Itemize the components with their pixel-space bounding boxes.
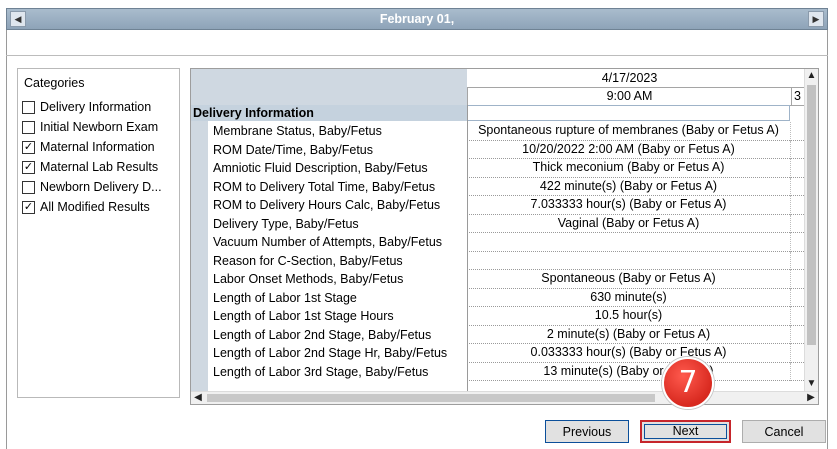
table-row[interactable]: Length of Labor 2nd Stage Hr, Baby/Fetus… xyxy=(191,344,806,363)
date-title: February 01, xyxy=(379,12,455,26)
results-grid: 4/17/2023 9:00 AM 3 Delivery Information… xyxy=(190,68,819,405)
category-label: Initial Newborn Exam xyxy=(40,120,159,134)
table-row[interactable]: Length of Labor 1st Stage Hours 10.5 hour… xyxy=(191,307,806,326)
column-date-header: 4/17/2023 xyxy=(467,69,792,88)
category-item[interactable]: Newborn Delivery D... xyxy=(22,177,162,197)
scroll-left-arrow-icon[interactable]: ◀ xyxy=(191,391,205,404)
row-value[interactable]: 630 minute(s) xyxy=(467,289,790,307)
row-label: Length of Labor 2nd Stage Hr, Baby/Fetus xyxy=(213,346,448,360)
table-row[interactable]: ROM Date/Time, Baby/Fetus 10/20/2022 2:00… xyxy=(191,140,806,159)
next-date-arrow-icon[interactable]: ▶ xyxy=(808,11,824,27)
categories-title: Categories xyxy=(24,76,85,90)
categories-list: Delivery Information Initial Newborn Exam… xyxy=(22,97,162,217)
row-label: Length of Labor 1st Stage Hours xyxy=(213,309,394,323)
vertical-scrollbar[interactable]: ▲ ▼ xyxy=(804,69,818,391)
row-value[interactable]: 7.033333 hour(s) (Baby or Fetus A) xyxy=(467,196,790,215)
column-separator xyxy=(467,105,468,393)
unchecked-checkbox-icon[interactable] xyxy=(22,100,35,114)
scroll-up-arrow-icon[interactable]: ▲ xyxy=(805,69,818,83)
row-label: Length of Labor 3rd Stage, Baby/Fetus xyxy=(213,364,429,379)
row-value[interactable] xyxy=(467,252,790,270)
section-header-cell xyxy=(467,105,790,121)
table-row[interactable]: ROM to Delivery Total Time, Baby/Fetus 42… xyxy=(191,177,806,196)
row-value[interactable]: 422 minute(s) (Baby or Fetus A) xyxy=(467,178,790,196)
horizontal-scrollbar[interactable]: ◀ ▶ xyxy=(191,391,818,404)
row-value[interactable]: Thick meconium (Baby or Fetus A) xyxy=(467,159,790,178)
scroll-right-arrow-icon[interactable]: ▶ xyxy=(804,391,818,404)
table-row[interactable]: Length of Labor 2nd Stage, Baby/Fetus 2 m… xyxy=(191,325,806,344)
column-time-header[interactable]: 9:00 AM xyxy=(467,87,792,106)
table-row[interactable]: Membrane Status, Baby/Fetus Spontaneous r… xyxy=(191,122,806,141)
table-row[interactable]: Length of Labor 1st Stage 630 minute(s) xyxy=(191,288,806,307)
row-label: ROM Date/Time, Baby/Fetus xyxy=(213,142,373,157)
row-label: ROM to Delivery Hours Calc, Baby/Fetus xyxy=(213,198,441,212)
category-label: Maternal Information xyxy=(40,140,155,154)
row-label: Membrane Status, Baby/Fetus xyxy=(213,124,382,138)
category-item[interactable]: Delivery Information xyxy=(22,97,162,117)
frame-border-right xyxy=(827,30,828,449)
category-label: Maternal Lab Results xyxy=(40,160,159,174)
row-label: Delivery Type, Baby/Fetus xyxy=(213,216,359,231)
section-header-delivery-information: Delivery Information xyxy=(191,105,467,121)
row-value[interactable]: Spontaneous (Baby or Fetus A) xyxy=(467,270,790,289)
category-label: Delivery Information xyxy=(40,100,152,114)
category-item[interactable]: ✓ All Modified Results xyxy=(22,197,162,217)
row-value[interactable]: 13 minute(s) (Baby or Fetus A) xyxy=(467,363,790,381)
row-label: Amniotic Fluid Description, Baby/Fetus xyxy=(213,161,428,175)
horizontal-scroll-thumb[interactable] xyxy=(207,394,655,402)
row-value[interactable]: Vaginal (Baby or Fetus A) xyxy=(467,215,790,233)
category-item[interactable]: Initial Newborn Exam xyxy=(22,117,162,137)
row-value[interactable]: 2 minute(s) (Baby or Fetus A) xyxy=(467,326,790,344)
unchecked-checkbox-icon[interactable] xyxy=(22,180,35,194)
step-number-badge: 7 xyxy=(662,357,714,409)
table-row[interactable]: Reason for C-Section, Baby/Fetus xyxy=(191,251,806,270)
row-label: Labor Onset Methods, Baby/Fetus xyxy=(213,272,404,286)
unchecked-checkbox-icon[interactable] xyxy=(22,120,35,134)
table-row[interactable]: Labor Onset Methods, Baby/Fetus Spontaneo… xyxy=(191,270,806,289)
table-row[interactable]: Amniotic Fluid Description, Baby/Fetus Th… xyxy=(191,159,806,178)
vertical-scroll-thumb[interactable] xyxy=(807,85,816,345)
previous-button[interactable]: Previous xyxy=(545,420,629,443)
category-item[interactable]: ✓ Maternal Information xyxy=(22,137,162,157)
checked-checkbox-icon[interactable]: ✓ xyxy=(22,140,35,154)
grid-rows: Membrane Status, Baby/Fetus Spontaneous r… xyxy=(191,122,806,381)
row-label: Length of Labor 2nd Stage, Baby/Fetus xyxy=(213,327,432,342)
next-button[interactable]: Next xyxy=(640,420,731,443)
frame-border-left xyxy=(6,30,7,449)
frame-divider xyxy=(6,55,828,56)
next-button-label: Next xyxy=(644,424,727,439)
row-value[interactable]: 10/20/2022 2:00 AM (Baby or Fetus A) xyxy=(467,141,790,159)
table-row[interactable]: Length of Labor 3rd Stage, Baby/Fetus 13 … xyxy=(191,362,806,381)
checked-checkbox-icon[interactable]: ✓ xyxy=(22,200,35,214)
row-value[interactable]: 10.5 hour(s) xyxy=(467,307,790,326)
categories-panel: Categories Delivery Information Initial N… xyxy=(17,68,180,398)
row-label: Reason for C-Section, Baby/Fetus xyxy=(213,253,403,268)
row-label: Vacuum Number of Attempts, Baby/Fetus xyxy=(213,235,443,249)
table-row[interactable]: ROM to Delivery Hours Calc, Baby/Fetus 7.… xyxy=(191,196,806,215)
row-label: ROM to Delivery Total Time, Baby/Fetus xyxy=(213,179,436,194)
category-label: All Modified Results xyxy=(40,200,150,214)
checked-checkbox-icon[interactable]: ✓ xyxy=(22,160,35,174)
row-value[interactable]: Spontaneous rupture of membranes (Baby o… xyxy=(467,122,790,141)
table-row[interactable]: Vacuum Number of Attempts, Baby/Fetus xyxy=(191,233,806,252)
row-value[interactable] xyxy=(467,233,790,252)
date-navigation-bar: ◀ February 01, ▶ xyxy=(6,8,828,30)
scroll-down-arrow-icon[interactable]: ▼ xyxy=(805,377,818,391)
row-label: Length of Labor 1st Stage xyxy=(213,290,357,305)
row-value[interactable]: 0.033333 hour(s) (Baby or Fetus A) xyxy=(467,344,790,363)
category-label: Newborn Delivery D... xyxy=(40,180,162,194)
category-item[interactable]: ✓ Maternal Lab Results xyxy=(22,157,162,177)
table-row[interactable]: Delivery Type, Baby/Fetus Vaginal (Baby o… xyxy=(191,214,806,233)
cancel-button[interactable]: Cancel xyxy=(742,420,826,443)
